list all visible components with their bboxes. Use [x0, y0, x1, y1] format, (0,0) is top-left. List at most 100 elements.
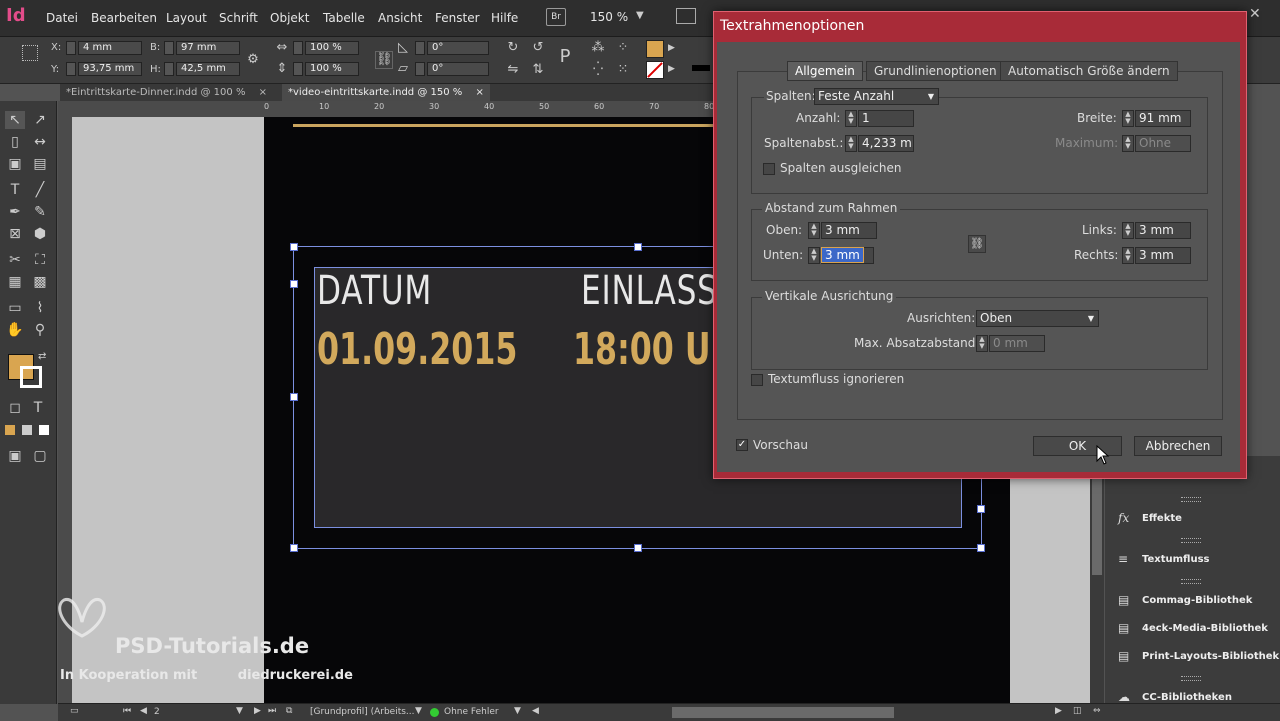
normal-mode-icon[interactable]: ▣: [5, 447, 25, 465]
bottom-inset-field[interactable]: 3 mm: [821, 247, 874, 264]
content-placer-icon[interactable]: ▤: [30, 155, 50, 173]
width-spinner[interactable]: ▲ ▼: [1122, 110, 1134, 127]
zoom-level[interactable]: 150 %: [590, 10, 628, 24]
menu-schrift[interactable]: Schrift: [219, 11, 258, 25]
balance-columns-checkbox[interactable]: [763, 163, 775, 175]
pencil-tool-icon[interactable]: ✎: [30, 203, 50, 221]
align-select[interactable]: Oben ▼: [976, 310, 1099, 327]
chevron-down-icon[interactable]: ▼: [636, 10, 644, 21]
apply-gradient-icon[interactable]: [22, 425, 32, 435]
stroke-menu-icon[interactable]: ▶: [668, 64, 675, 74]
max-spinner[interactable]: ▲ ▼: [1122, 135, 1134, 152]
view-options-icon[interactable]: [676, 8, 696, 24]
left-inset-field[interactable]: 3 mm: [1135, 222, 1191, 239]
tab-automatisch-groesse[interactable]: Automatisch Größe ändern: [1000, 61, 1178, 81]
menu-datei[interactable]: Datei: [46, 11, 78, 25]
layout-icon[interactable]: ▭: [70, 706, 79, 716]
polygon-tool-icon[interactable]: ⬢: [30, 225, 50, 243]
link-icon[interactable]: ⛓: [375, 51, 393, 69]
open-document-icon[interactable]: ⧉: [286, 706, 292, 716]
stroke-color-swatch[interactable]: [20, 366, 42, 388]
menu-tabelle[interactable]: Tabelle: [323, 11, 365, 25]
preview-checkbox[interactable]: ✓: [736, 439, 748, 451]
resize-handle[interactable]: [290, 280, 298, 288]
content-collector-icon[interactable]: ▣: [5, 155, 25, 173]
width-field[interactable]: 97 mm: [176, 41, 240, 55]
gutter-spinner[interactable]: ▲ ▼: [845, 135, 857, 152]
max-paragraph-spacing-spinner[interactable]: ▲ ▼: [976, 335, 988, 352]
panel-grip[interactable]: [1181, 676, 1201, 681]
scale-x-spinner[interactable]: [293, 41, 303, 55]
stroke-style-icon[interactable]: [692, 65, 710, 71]
panel-print-layouts-bibliothek[interactable]: ▤ Print-Layouts-Bibliothek: [1112, 645, 1280, 669]
stroke-swatch[interactable]: [646, 61, 664, 79]
y-spinner[interactable]: [66, 62, 76, 76]
y-field[interactable]: 93,75 mm: [78, 62, 142, 76]
menu-hilfe[interactable]: Hilfe: [491, 11, 518, 25]
width-field[interactable]: 91 mm: [1135, 110, 1191, 127]
b-spinner[interactable]: [164, 41, 174, 55]
shear-field[interactable]: 0°: [427, 62, 489, 76]
hand-tool-icon[interactable]: ✋: [5, 321, 25, 339]
formatting-container-icon[interactable]: ◻: [5, 399, 25, 417]
preflight-profile[interactable]: [Grundprofil] (Arbeits...: [310, 707, 415, 717]
preflight-status[interactable]: Ohne Fehler: [444, 707, 499, 717]
panel-commag-bibliothek[interactable]: ▤ Commag-Bibliothek: [1112, 589, 1280, 613]
top-inset-spinner[interactable]: ▲ ▼: [808, 222, 820, 239]
note-tool-icon[interactable]: ▭: [5, 299, 25, 317]
tab-grundlinienoptionen[interactable]: Grundlinienoptionen: [866, 61, 1005, 81]
right-inset-field[interactable]: 3 mm: [1135, 247, 1191, 264]
rotate-cw-icon[interactable]: ↻: [505, 40, 521, 56]
eyedropper-tool-icon[interactable]: ⌇: [30, 299, 50, 317]
bridge-button[interactable]: Br: [546, 8, 566, 26]
gradient-feather-tool-icon[interactable]: ▩: [30, 273, 50, 291]
close-icon[interactable]: ×: [259, 87, 267, 98]
gap-tool-icon[interactable]: ↔: [30, 133, 50, 151]
menu-fenster[interactable]: Fenster: [435, 11, 480, 25]
fill-menu-icon[interactable]: ▶: [668, 43, 675, 53]
gutter-field[interactable]: 4,233 mm: [858, 135, 914, 152]
resize-handle[interactable]: [634, 243, 642, 251]
apply-color-icon[interactable]: [5, 425, 15, 435]
resize-handle[interactable]: [290, 393, 298, 401]
panel-grip[interactable]: [1181, 497, 1201, 502]
x-field[interactable]: 4 mm: [78, 41, 142, 55]
select-content-icon[interactable]: ⁘: [615, 40, 631, 56]
scale-y-spinner[interactable]: [293, 62, 303, 76]
ignore-wrap-checkbox[interactable]: [751, 374, 763, 386]
zoom-tool-icon[interactable]: ⚲: [30, 321, 50, 339]
pen-tool-icon[interactable]: ✒: [5, 203, 25, 221]
shear-spinner[interactable]: [415, 62, 425, 76]
close-icon[interactable]: ×: [475, 87, 483, 98]
panel-4eck-media-bibliothek[interactable]: ▤ 4eck-Media-Bibliothek: [1112, 617, 1280, 641]
expand-icon[interactable]: ⇔: [1093, 706, 1101, 716]
menu-layout[interactable]: Layout: [166, 11, 207, 25]
menu-bearbeiten[interactable]: Bearbeiten: [91, 11, 157, 25]
chevron-down-icon[interactable]: ▼: [514, 706, 521, 716]
tab-video-eintrittskarte[interactable]: *video-eintrittskarte.indd @ 150 % ×: [282, 84, 490, 101]
columns-mode-select[interactable]: Feste Anzahl ▼: [814, 88, 939, 105]
select-container-icon[interactable]: ⁂: [590, 40, 606, 56]
page-number[interactable]: 2: [154, 707, 160, 717]
rotate-ccw-icon[interactable]: ↺: [530, 40, 546, 56]
menu-objekt[interactable]: Objekt: [270, 11, 309, 25]
tab-eintrittskarte-dinner[interactable]: *Eintrittskarte-Dinner.indd @ 100 % ×: [60, 84, 273, 101]
panel-textumfluss[interactable]: ≡ Textumfluss: [1112, 548, 1280, 572]
resize-handle[interactable]: [290, 544, 298, 552]
resize-handle[interactable]: [634, 544, 642, 552]
resize-handle[interactable]: [290, 243, 298, 251]
scale-x-field[interactable]: 100 %: [305, 41, 359, 55]
screen-mode-icon[interactable]: ▢: [30, 447, 50, 465]
scale-y-field[interactable]: 100 %: [305, 62, 359, 76]
chevron-down-icon[interactable]: ▼: [415, 706, 422, 716]
scroll-right-icon[interactable]: ▶: [1055, 706, 1062, 716]
select-next-icon[interactable]: ⁙: [615, 62, 631, 78]
resize-handle[interactable]: [977, 505, 985, 513]
swap-colors-icon[interactable]: ⇄: [38, 351, 46, 362]
scroll-left-icon[interactable]: ◀: [532, 706, 539, 716]
first-page-icon[interactable]: ⏮: [123, 706, 131, 716]
h-spinner[interactable]: [164, 62, 174, 76]
selection-tool-icon[interactable]: ↖: [5, 111, 25, 129]
next-page-icon[interactable]: ▶: [254, 706, 261, 716]
angle-field[interactable]: 0°: [427, 41, 489, 55]
